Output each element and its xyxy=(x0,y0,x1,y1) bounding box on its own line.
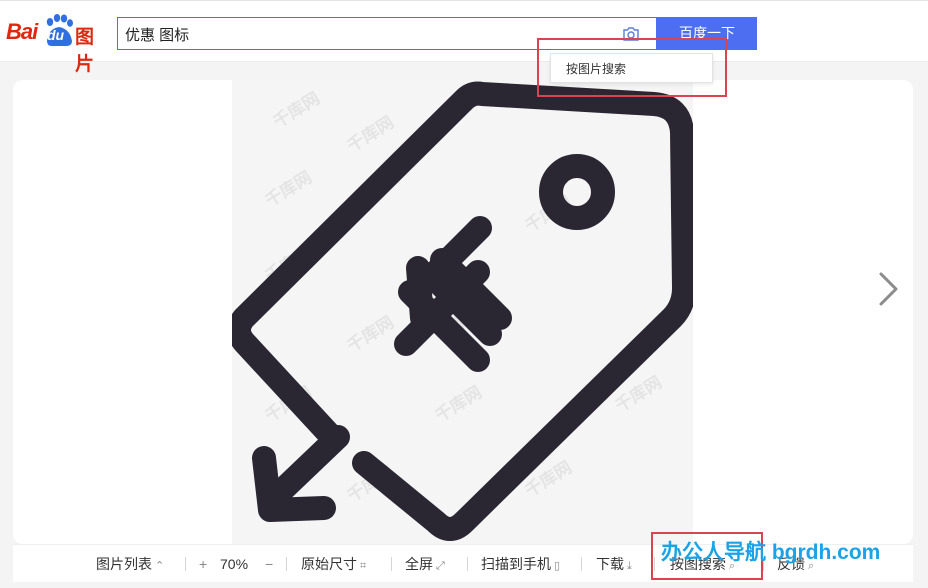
highlight-box xyxy=(537,38,727,97)
price-tag-yen-icon xyxy=(232,81,693,541)
image-list-button[interactable]: 图片列表 ⌃ xyxy=(96,545,164,583)
preview-image: 千库网 千库网 千库网 千库网 千库网 千库网 千库网 千库网 千库网 千库网 … xyxy=(232,80,693,544)
phone-icon: ▯ xyxy=(554,560,561,572)
image-list-label: 图片列表 xyxy=(96,556,152,572)
logo-bai-text: Bai xyxy=(6,19,38,44)
logo-du-text: du xyxy=(47,27,65,43)
zoom-out-button[interactable]: − xyxy=(265,545,273,583)
divider xyxy=(581,557,582,571)
baidu-image-logo[interactable]: Bai du 图片 xyxy=(6,13,110,75)
zoom-in-button[interactable]: + xyxy=(199,545,207,583)
scan-to-phone-label: 扫描到手机 xyxy=(481,556,551,572)
download-label: 下载 xyxy=(596,556,624,572)
chevron-right-icon[interactable] xyxy=(874,270,902,310)
divider xyxy=(185,557,186,571)
site-watermark: 办公人导航 bgrdh.com xyxy=(661,541,881,564)
fullscreen-button[interactable]: 全屏 ⤢ xyxy=(405,545,445,583)
divider xyxy=(286,557,287,571)
fullscreen-icon: ⤢ xyxy=(436,560,445,572)
download-icon: ⤓ xyxy=(627,560,632,572)
logo-tupian-text: 图片 xyxy=(75,27,95,75)
scan-to-phone-button[interactable]: 扫描到手机 ▯ xyxy=(481,545,560,583)
top-bar: Bai du 图片 优惠 图标 百度一下 xyxy=(0,0,928,75)
original-size-label: 原始尺寸 xyxy=(301,556,357,572)
divider xyxy=(467,557,468,571)
divider xyxy=(391,557,392,571)
download-button[interactable]: 下载 ⤓ xyxy=(596,545,632,583)
zoom-level: 70% xyxy=(220,556,249,572)
original-size-icon: ⌗ xyxy=(360,560,367,572)
fullscreen-label: 全屏 xyxy=(405,556,433,572)
original-size-button[interactable]: 原始尺寸 ⌗ xyxy=(301,545,366,583)
chevron-up-circle-icon: ⌃ xyxy=(155,560,165,572)
search-input[interactable]: 优惠 图标 xyxy=(125,24,189,45)
